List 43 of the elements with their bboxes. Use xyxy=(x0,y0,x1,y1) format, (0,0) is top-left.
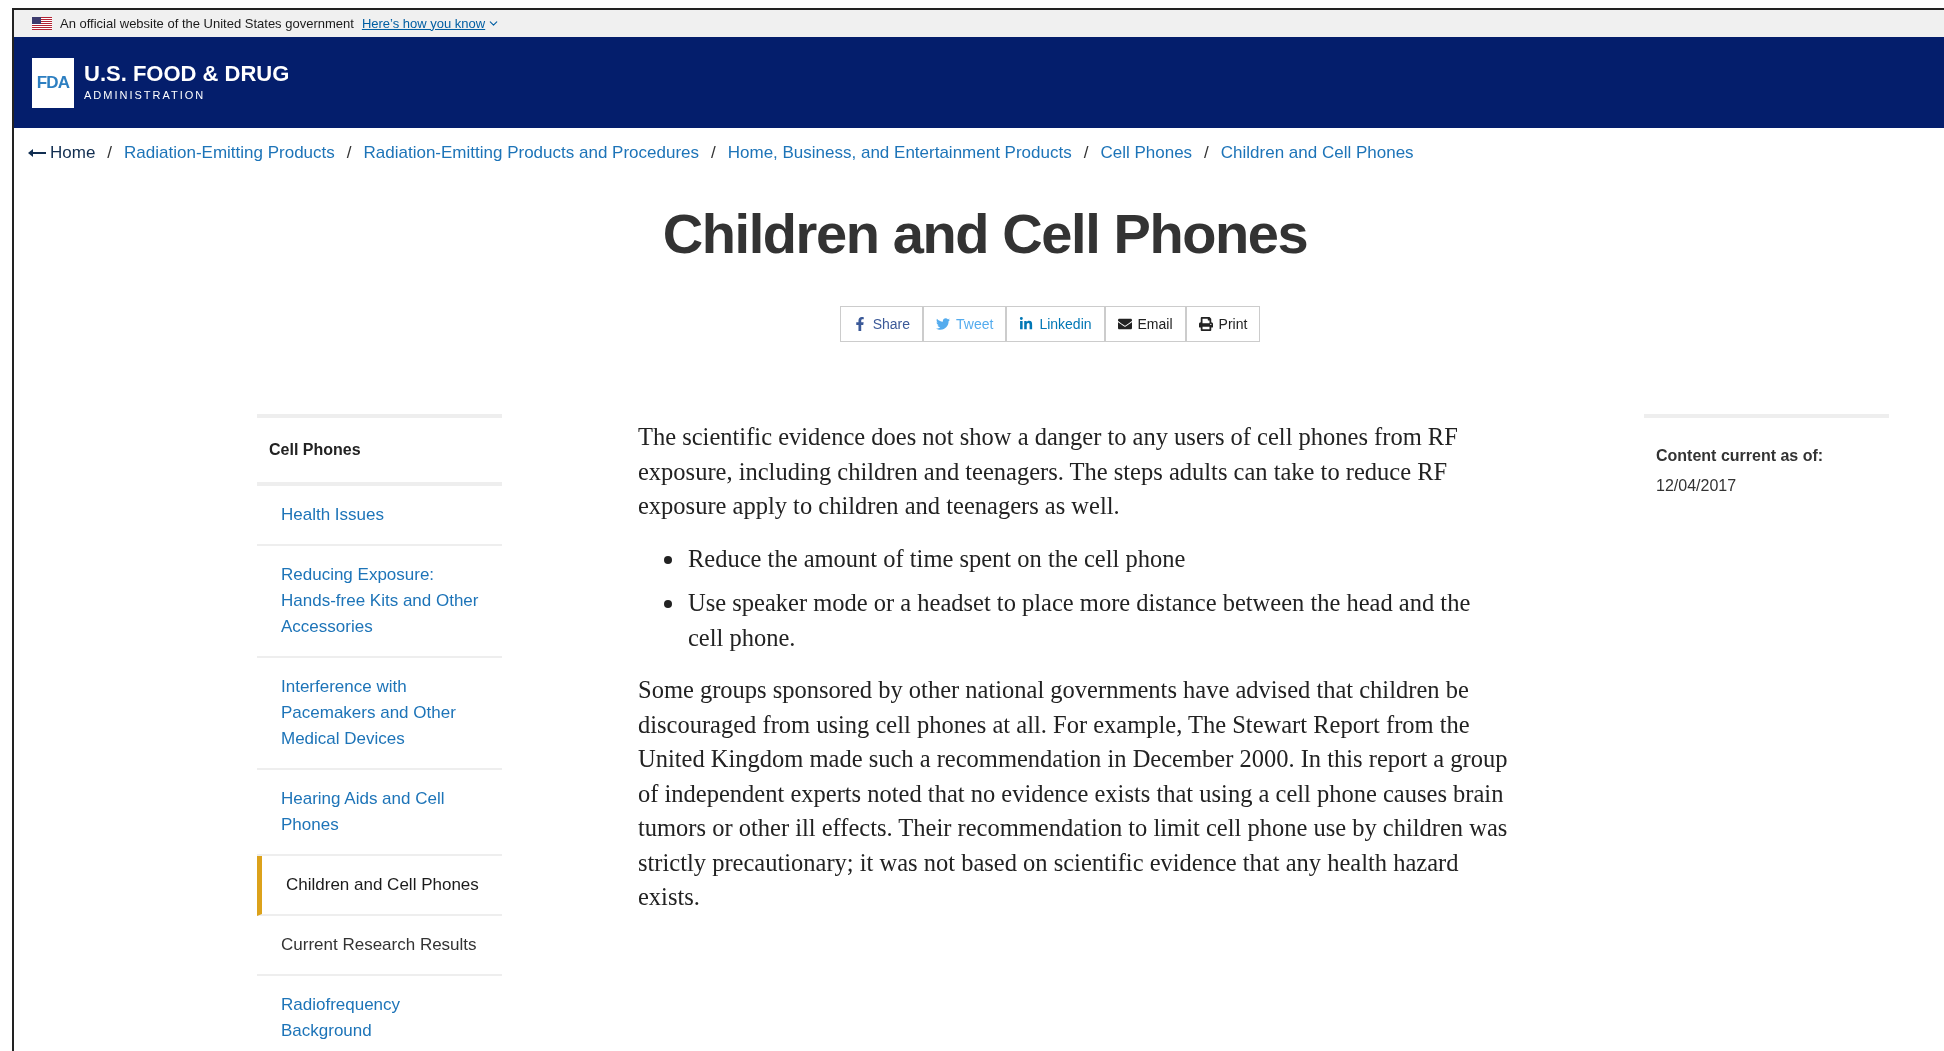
breadcrumb-link[interactable]: Radiation-Emitting Products and Procedures xyxy=(363,140,699,166)
breadcrumb-separator: / xyxy=(1204,142,1209,165)
back-arrow-icon xyxy=(28,149,46,157)
breadcrumb-link[interactable]: Children and Cell Phones xyxy=(1220,140,1414,166)
sidebar-link[interactable]: Health Issues xyxy=(257,486,502,546)
breadcrumb-link[interactable]: Radiation-Emitting Products xyxy=(124,140,335,166)
page-title: Children and Cell Phones xyxy=(661,201,1309,267)
agency-name: U.S. FOOD & DRUG xyxy=(84,61,290,88)
sidebar-link[interactable]: Current Research Results xyxy=(257,916,502,976)
bird-icon xyxy=(936,317,950,331)
breadcrumb-link[interactable]: Cell Phones xyxy=(1100,140,1193,166)
envelope-icon xyxy=(1117,317,1132,331)
gov-banner-text: An official website of the United States government xyxy=(60,14,354,33)
how-you-know-link[interactable]: Here’s how you know xyxy=(361,13,501,34)
sidebar-link[interactable]: Radiofrequency Background xyxy=(257,976,502,1051)
share-button[interactable]: Email xyxy=(1104,306,1186,342)
breadcrumb-link[interactable]: Home xyxy=(50,140,96,166)
sidebar-link[interactable]: Reducing Exposure: Hands-free Kits and Other Accessories xyxy=(257,546,502,658)
agency-subtitle: ADMINISTRATION xyxy=(84,88,207,104)
share-button[interactable]: Print xyxy=(1185,306,1261,342)
share-button[interactable]: Share xyxy=(839,306,923,342)
bullet-icon xyxy=(664,555,672,564)
content-date: 12/04/2017 xyxy=(1656,476,1738,496)
body-paragraph: The scientific evidence does not show a danger to any users of cell phones from RF exposure, including children and teenagers. The steps adults can take to reduce RF exposure apply to children and teenagers as well. xyxy=(638,422,1459,521)
sidebar-heading: Cell Phones xyxy=(257,418,502,486)
bullet-icon xyxy=(664,600,672,608)
list-item-text: Reduce the amount of time spent on the cell phone xyxy=(688,543,1186,574)
printer-icon xyxy=(1198,317,1213,331)
linkedin-icon xyxy=(1019,317,1034,331)
breadcrumb-separator: / xyxy=(346,142,352,165)
breadcrumb-separator: / xyxy=(107,142,113,165)
breadcrumb-separator: / xyxy=(711,142,716,165)
sidebar-link[interactable]: Hearing Aids and Cell Phones xyxy=(257,770,502,856)
us-flag-icon xyxy=(32,17,52,30)
content-date-label: Content current as of: xyxy=(1656,446,1825,466)
breadcrumb-link[interactable]: Home, Business, and Entertainment Products xyxy=(727,140,1072,166)
sidebar-link[interactable]: Children and Cell Phones xyxy=(257,856,502,916)
sidebar-link[interactable]: Interference with Pacemakers and Other Medical Devices xyxy=(257,658,502,770)
share-button[interactable]: Linkedin xyxy=(1006,306,1105,342)
body-paragraph: Some groups sponsored by other national governments have advised that children be discouraged from using cell phones at all. For example, The Stewart Report from the United Kingdom made such a recommendation in December 2000. In this report a group of independent experts noted that no evidence exists that using a cell phone causes brain tumors or other ill effects. Their recommendation to limit cell phone use by children was strictly precautionary; it was not based on scientific evidence that any health hazard exists. xyxy=(638,675,1508,912)
fda-logo[interactable]: FDA xyxy=(32,57,74,108)
breadcrumb-separator: / xyxy=(1083,142,1089,165)
list-item-text: Use speaker mode or a headset to place more distance between the head and the cell phone. xyxy=(688,588,1472,653)
